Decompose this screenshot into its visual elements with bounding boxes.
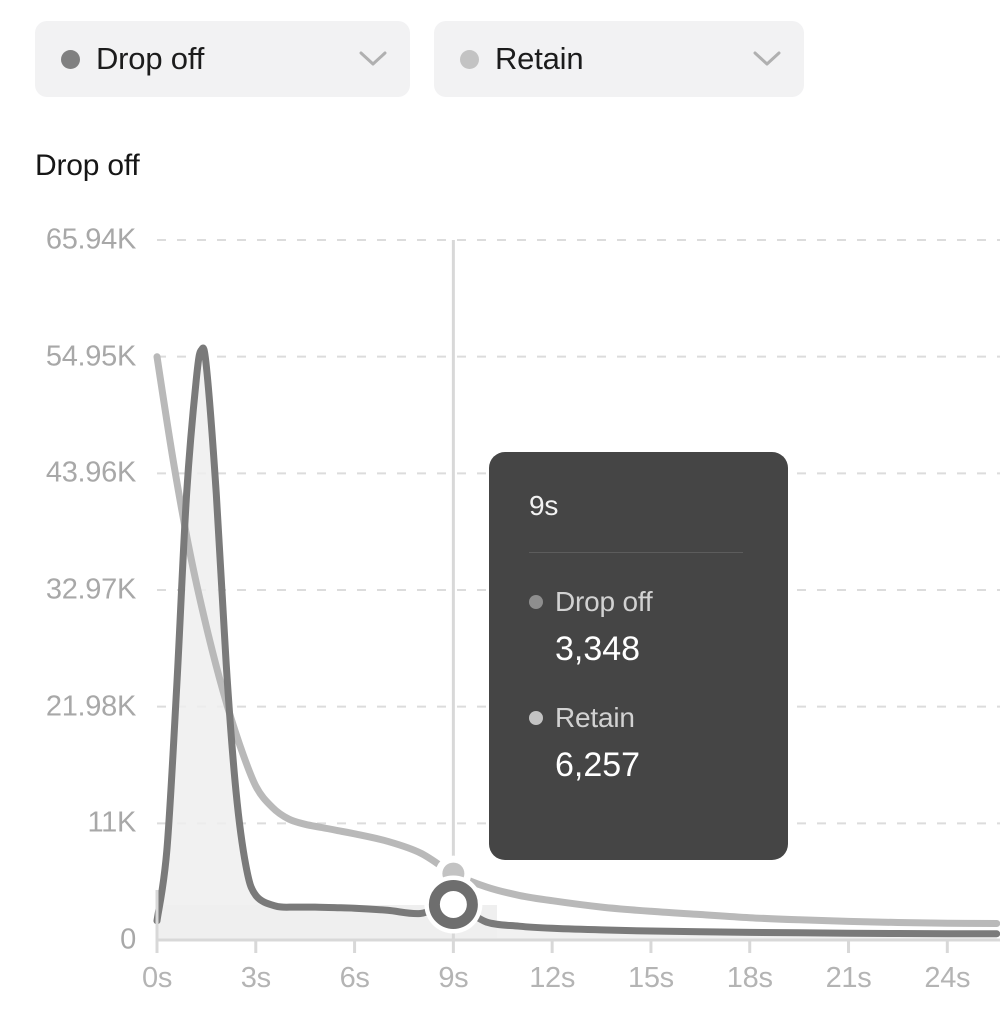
tooltip-divider — [529, 552, 743, 553]
tooltip-drop-off-dot — [529, 595, 543, 609]
x-axis-tick-label: 21s — [825, 962, 872, 994]
y-axis-tick-label: 65.94K — [45, 223, 136, 256]
y-axis-tick-label: 43.96K — [45, 456, 136, 489]
y-axis-tick-label: 54.95K — [45, 340, 136, 373]
tooltip-retain-dot — [529, 711, 543, 725]
y-axis-tick-label: 0 — [120, 923, 136, 956]
x-axis-tick-label: 0s — [141, 962, 173, 994]
y-axis-tick-label: 21.98K — [45, 690, 136, 723]
chart-page: Drop off Retain Drop off 0 11K 21.98K 32.97… — [0, 0, 1000, 1020]
x-axis-tick-label: 12s — [529, 962, 576, 994]
x-axis-tick-label: 9s — [438, 962, 469, 994]
tooltip-retain-value: 6,257 — [555, 746, 641, 784]
tooltip-row-drop-off: Drop off — [529, 586, 754, 618]
tooltip-retain-label: Retain — [555, 702, 635, 733]
x-axis-tick-label: 18s — [726, 962, 773, 994]
chart-tooltip: 9s Drop off 3,348 Retain 6,257 — [489, 452, 788, 860]
tooltip-row-retain: Retain — [529, 702, 754, 734]
tooltip-drop-off-value: 3,348 — [555, 630, 641, 668]
tooltip-time: 9s — [529, 490, 559, 521]
x-axis-tick-label: 6s — [339, 962, 370, 994]
tooltip-drop-off-label: Drop off — [555, 586, 653, 617]
x-axis-tick-label: 24s — [924, 962, 971, 994]
y-axis-tick-label: 32.97K — [45, 573, 136, 606]
y-axis-tick-label: 11K — [87, 806, 136, 839]
x-axis-tick-label: 15s — [628, 962, 674, 994]
x-axis-tick-label: 3s — [240, 962, 271, 994]
